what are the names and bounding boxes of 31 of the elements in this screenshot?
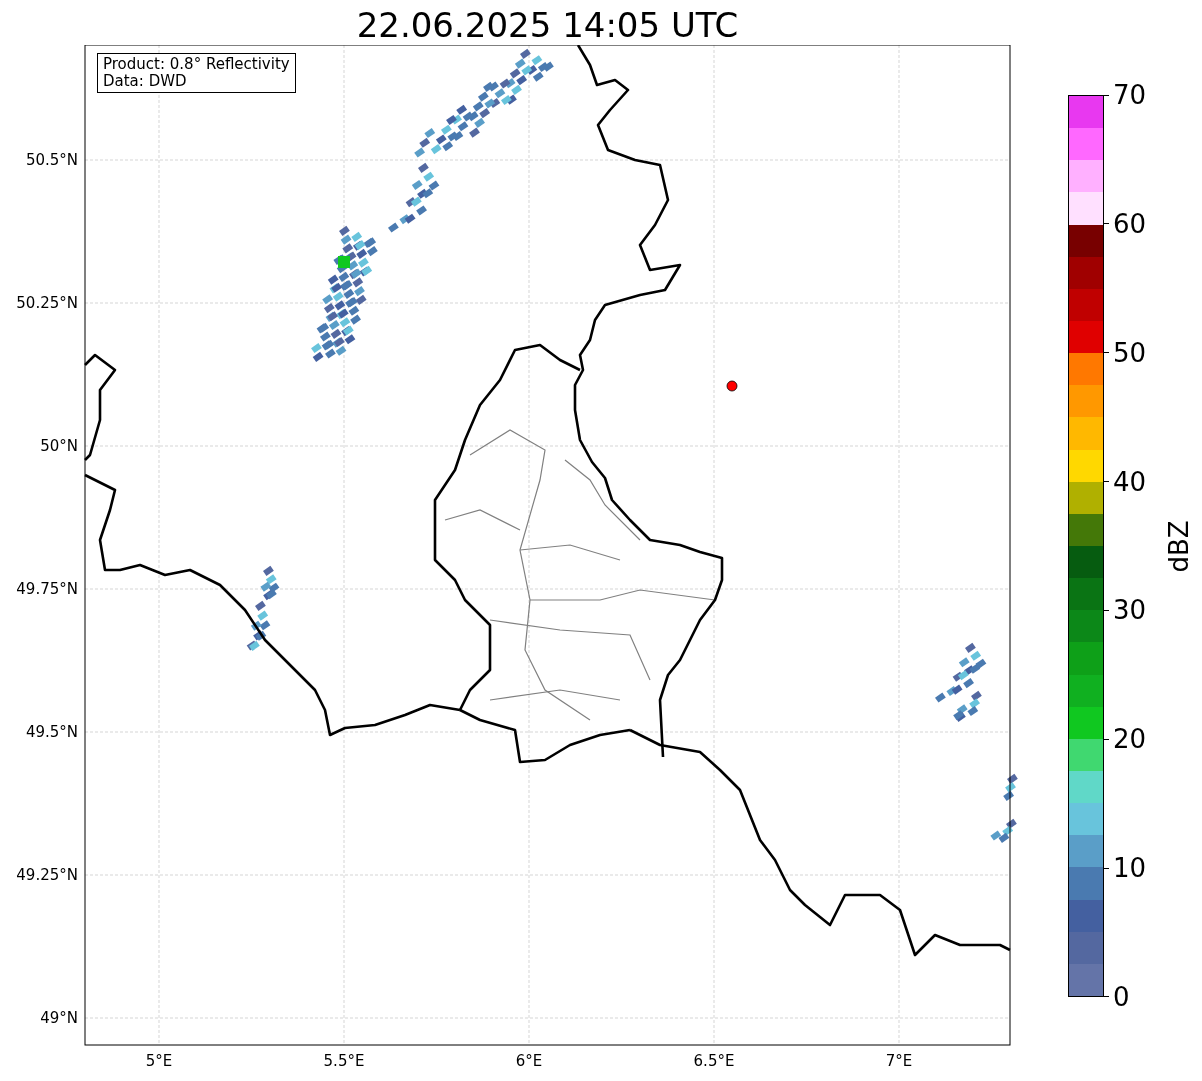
latitude-label: 50.25°N — [16, 294, 78, 312]
colorbar-tick-label: 0 — [1113, 981, 1130, 1012]
colorbar-tick-label: 10 — [1113, 853, 1147, 884]
chart-title: 22.06.2025 14:05 UTC — [356, 5, 739, 45]
radar-echo-spot — [338, 256, 350, 268]
radar-echo — [388, 162, 440, 233]
location-marker — [726, 380, 738, 392]
latitude-label: 49.5°N — [25, 723, 78, 741]
latitude-label: 50.5°N — [25, 151, 78, 169]
info-text: Product: 0.8° Reflectivity — [103, 56, 290, 73]
colorbar-tick-label: 70 — [1113, 80, 1147, 110]
radar-echo — [990, 818, 1017, 843]
colorbar-tick-label: 30 — [1113, 595, 1147, 626]
latitude-label: 49.25°N — [16, 866, 78, 884]
colorbar-tick-label: 50 — [1113, 337, 1147, 368]
radar-echo — [1003, 773, 1018, 801]
info-text: Data: DWD — [103, 73, 188, 90]
longitude-label: 5.5°E — [323, 1052, 365, 1070]
colorbar-label: dBZ — [1162, 519, 1195, 573]
radar-echo — [260, 565, 280, 601]
radar-echo — [246, 600, 271, 651]
latitude-label: 49.75°N — [16, 580, 78, 598]
latitude-label: 50°N — [40, 437, 78, 455]
colorbar-tick-label: 40 — [1113, 466, 1147, 497]
longitude-label: 6.5°E — [693, 1052, 735, 1070]
latitude-label: 49°N — [40, 1009, 78, 1027]
colorbar-tick-label: 60 — [1113, 208, 1147, 239]
colorbar-tick-label: 20 — [1113, 724, 1147, 755]
longitude-label: 5°E — [145, 1052, 173, 1070]
longitude-label: 6°E — [515, 1052, 543, 1070]
longitude-label: 7°E — [885, 1052, 913, 1070]
